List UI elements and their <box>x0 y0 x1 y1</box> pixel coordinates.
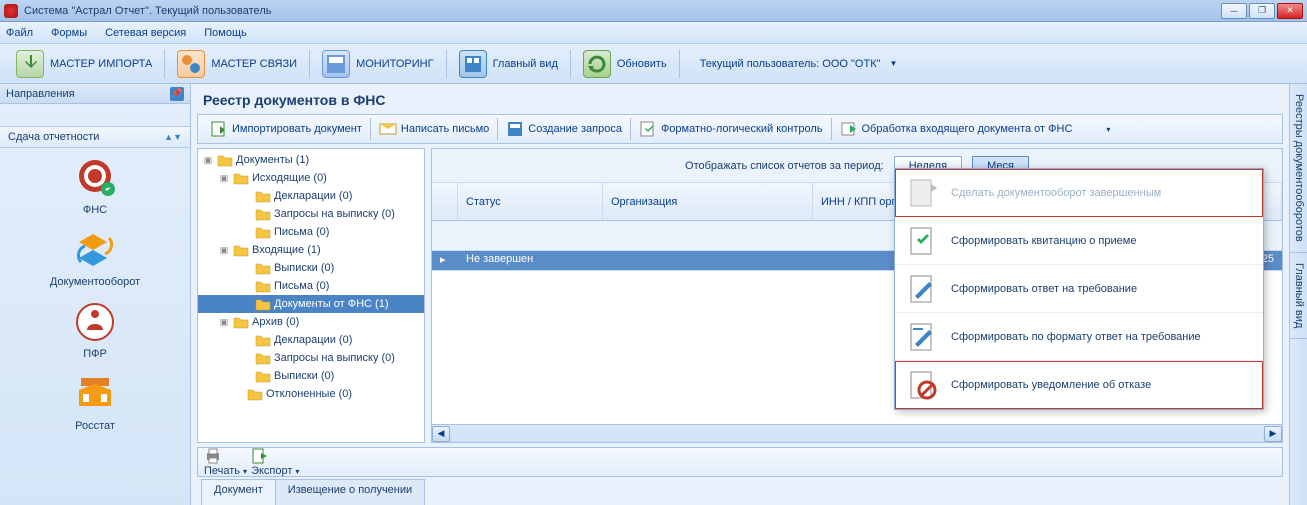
receipt-icon <box>905 224 939 258</box>
chevron-down-icon: ▾ <box>1106 125 1110 134</box>
export-button[interactable]: Экспорт▾ <box>251 447 299 477</box>
pin-icon[interactable]: 📌 <box>170 87 184 101</box>
menu-item-complete[interactable]: Сделать документооборот завершенным <box>895 169 1263 217</box>
monitoring-button[interactable]: МОНИТОРИНГ <box>312 45 444 83</box>
import-wizard-button[interactable]: МАСТЕР ИМПОРТА <box>6 45 162 83</box>
rosstat-icon <box>73 372 117 416</box>
vtab-main-view[interactable]: Главный вид <box>1290 253 1307 339</box>
menu-file[interactable]: Файл <box>6 27 33 39</box>
tab-notification[interactable]: Извещение о получении <box>275 479 425 505</box>
incoming-dropdown-menu: Сделать документооборот завершенным Сфор… <box>894 168 1264 410</box>
monitoring-icon <box>322 50 350 78</box>
sidebar-item-fns[interactable]: ФНС <box>0 156 190 216</box>
write-letter-button[interactable]: Написать письмо <box>371 116 497 142</box>
close-button[interactable]: ✕ <box>1277 3 1303 19</box>
right-tabs: Реестры документооборотов Главный вид <box>1289 84 1307 505</box>
menu-item-format-answer[interactable]: Сформировать по формату ответ на требова… <box>895 313 1263 361</box>
minimize-button[interactable]: ─ <box>1221 3 1247 19</box>
import-doc-icon <box>210 120 228 138</box>
format-check-button[interactable]: Форматно-логический контроль <box>631 116 831 142</box>
link-icon <box>177 50 205 78</box>
menu-item-answer[interactable]: Сформировать ответ на требование <box>895 265 1263 313</box>
vtab-registries[interactable]: Реестры документооборотов <box>1290 84 1307 253</box>
menu-item-refuse[interactable]: Сформировать уведомление об отказе <box>895 361 1263 409</box>
menu-item-receipt[interactable]: Сформировать квитанцию о приеме <box>895 217 1263 265</box>
process-incoming-button[interactable]: Обработка входящего документа от ФНС▾ <box>832 116 1119 142</box>
menu-network[interactable]: Сетевая версия <box>105 27 186 39</box>
menu-bar: Файл Формы Сетевая версия Помощь <box>0 22 1307 44</box>
left-panel-header: Направления 📌 <box>0 84 190 104</box>
maximize-button[interactable]: ❐ <box>1249 3 1275 19</box>
answer-icon <box>905 272 939 306</box>
request-icon <box>506 120 524 138</box>
refresh-icon <box>583 50 611 78</box>
chevron-down-icon: ▼ <box>890 59 898 68</box>
bottom-toolbar: Печать▾ Экспорт▾ <box>197 447 1283 477</box>
main-view-button[interactable]: Главный вид <box>449 45 568 83</box>
scroll-right-icon[interactable]: ▶ <box>1264 426 1282 442</box>
pfr-icon <box>73 300 117 344</box>
menu-forms[interactable]: Формы <box>51 27 87 39</box>
create-request-button[interactable]: Создание запроса <box>498 116 630 142</box>
link-wizard-button[interactable]: МАСТЕР СВЯЗИ <box>167 45 307 83</box>
menu-help[interactable]: Помощь <box>204 27 247 39</box>
complete-icon <box>905 176 939 210</box>
column-org[interactable]: Организация <box>603 183 813 220</box>
import-doc-button[interactable]: Импортировать документ <box>202 116 370 142</box>
left-items: ФНС Документооборот ПФР Росстат <box>0 148 190 505</box>
format-answer-icon <box>905 320 939 354</box>
title-bar: Система "Астрал Отчет". Текущий пользова… <box>0 0 1307 22</box>
left-section-header[interactable]: Сдача отчетности ▲▼ <box>0 126 190 148</box>
scroll-left-icon[interactable]: ◀ <box>432 426 450 442</box>
tree-node-selected[interactable]: Документы от ФНС (1) <box>198 295 424 313</box>
current-user-dropdown[interactable]: Текущий пользователь: ООО "ОТК"▼ <box>682 45 908 83</box>
window-title: Система "Астрал Отчет". Текущий пользова… <box>24 5 1221 17</box>
tab-document[interactable]: Документ <box>201 479 276 505</box>
printer-icon <box>204 447 222 465</box>
envelope-icon <box>379 120 397 138</box>
horizontal-scrollbar[interactable]: ◀ ▶ <box>432 424 1282 442</box>
docflow-icon <box>73 228 117 272</box>
chevron-up-down-icon: ▲▼ <box>164 132 182 142</box>
sidebar-item-pfr[interactable]: ПФР <box>0 300 190 360</box>
print-button[interactable]: Печать▾ <box>204 447 247 477</box>
home-icon <box>459 50 487 78</box>
page-title: Реестр документов в ФНС <box>191 84 1289 112</box>
refuse-icon <box>905 368 939 402</box>
sub-toolbar: Импортировать документ Написать письмо С… <box>197 114 1283 144</box>
sidebar-item-doc-flow[interactable]: Документооборот <box>0 228 190 288</box>
left-panel: Направления 📌 Сдача отчетности ▲▼ ФНС До… <box>0 84 191 505</box>
refresh-button[interactable]: Обновить <box>573 45 677 83</box>
main-toolbar: МАСТЕР ИМПОРТА МАСТЕР СВЯЗИ МОНИТОРИНГ Г… <box>0 44 1307 84</box>
incoming-icon <box>840 120 858 138</box>
column-status[interactable]: Статус <box>458 183 603 220</box>
sidebar-item-rosstat[interactable]: Росстат <box>0 372 190 432</box>
fns-icon <box>73 156 117 200</box>
document-tree[interactable]: ▣Документы (1) ▣Исходящие (0) Декларации… <box>197 148 425 443</box>
export-icon <box>251 447 269 465</box>
detail-tabs: Документ Извещение о получении <box>191 479 1289 505</box>
app-icon <box>4 4 18 18</box>
check-icon <box>639 120 657 138</box>
window-buttons: ─ ❐ ✕ <box>1221 3 1303 19</box>
import-icon <box>16 50 44 78</box>
